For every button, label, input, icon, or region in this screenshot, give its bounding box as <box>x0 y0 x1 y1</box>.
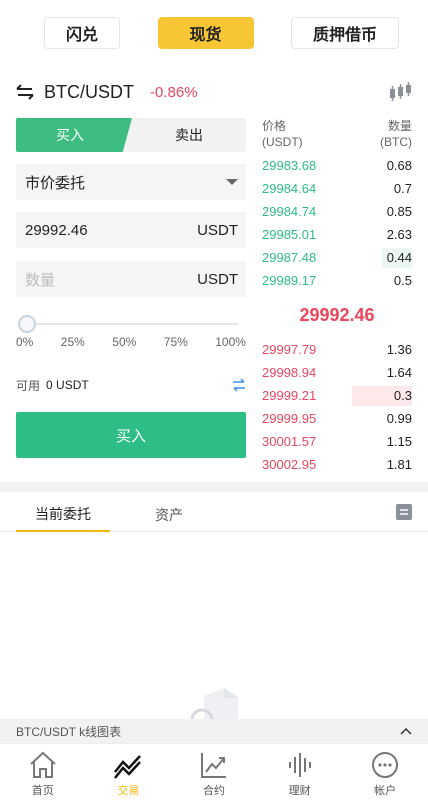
ask-row[interactable]: 29997.79 1.36 <box>262 338 412 361</box>
nav-label: 合约 <box>202 785 225 797</box>
tab-spot[interactable]: 现货 <box>157 17 254 49</box>
nav-label: 理财 <box>288 785 311 797</box>
pair-header: BTC/USDT -0.86% <box>16 78 412 106</box>
tab-flash-swap[interactable]: 闪兑 <box>44 17 120 49</box>
tab-assets[interactable]: 资产 <box>134 498 204 532</box>
slider-track <box>24 323 238 325</box>
bid-qty: 0.5 <box>393 273 412 288</box>
amount-placeholder: 数量 <box>25 271 56 289</box>
ask-row[interactable]: 30001.57 1.15 <box>262 430 412 453</box>
ask-price: 29999.21 <box>262 388 317 403</box>
bid-price: 29984.74 <box>262 204 317 219</box>
available-label: 可用 <box>16 378 41 393</box>
ask-row[interactable]: 30002.95 1.81 <box>262 453 412 476</box>
bid-qty: 0.44 <box>386 250 412 265</box>
amount-unit: USDT <box>197 270 238 288</box>
nav-account[interactable]: 帐户 <box>342 744 428 801</box>
bid-qty: 0.68 <box>386 158 412 173</box>
order-type-select[interactable]: 市价委托 <box>16 164 246 200</box>
amount-slider[interactable] <box>16 307 246 341</box>
price-unit: USDT <box>197 221 238 239</box>
bottom-nav: 首页 交易 合约 理财 帐户 <box>0 743 428 801</box>
ask-price: 30002.95 <box>262 457 317 472</box>
trade-form: 买入 卖出 市价委托 29992.46 USDT 数量 USDT 0% 25% … <box>16 118 246 458</box>
amount-input[interactable]: 数量 USDT <box>16 261 246 297</box>
bid-row[interactable]: 29989.17 0.5 <box>262 269 412 292</box>
bid-row[interactable]: 29985.01 2.63 <box>262 223 412 246</box>
ask-qty: 1.81 <box>386 457 412 472</box>
price-value: 29992.46 <box>25 221 88 239</box>
ask-qty: 1.36 <box>386 342 412 357</box>
price-header-unit: (USDT) <box>262 135 303 149</box>
ask-row[interactable]: 29999.21 0.3 <box>262 384 412 407</box>
bid-qty: 0.7 <box>393 181 412 196</box>
transfer-icon[interactable] <box>232 378 246 392</box>
nav-label: 交易 <box>117 785 140 797</box>
bid-price: 29987.48 <box>262 250 317 265</box>
bid-price: 29989.17 <box>262 273 317 288</box>
nav-label: 帐户 <box>374 785 397 797</box>
kline-label: BTC/USDT k线图表 <box>16 724 122 739</box>
pair-name[interactable]: BTC/USDT <box>44 82 134 103</box>
bid-row[interactable]: 29987.48 0.44 <box>262 246 412 269</box>
available-amount: 0 USDT <box>46 378 89 392</box>
chevron-up-icon <box>400 727 412 735</box>
bid-price: 29985.01 <box>262 227 317 242</box>
bid-row[interactable]: 29983.68 0.68 <box>262 154 412 177</box>
ask-price: 30001.57 <box>262 434 317 449</box>
qty-header: 数量 <box>387 119 412 133</box>
order-book: 价格 (USDT) 数量 (BTC) 29983.68 0.68 29984.64… <box>262 118 412 476</box>
price-header: 价格 <box>262 119 287 133</box>
order-book-header: 价格 (USDT) 数量 (BTC) <box>262 118 412 154</box>
candlestick-icon[interactable] <box>388 82 412 102</box>
nav-label: 首页 <box>31 785 54 797</box>
ask-price: 29997.79 <box>262 342 317 357</box>
tab-current-orders[interactable]: 当前委托 <box>16 498 110 532</box>
ask-qty: 0.3 <box>393 388 412 403</box>
sell-tab[interactable]: 卖出 <box>132 118 246 152</box>
bid-price: 29984.64 <box>262 181 317 196</box>
ask-price: 29998.94 <box>262 365 317 380</box>
orders-tabs: 当前委托 资产 <box>0 498 428 532</box>
available-balance: 可用 0 USDT <box>16 377 246 393</box>
slider-handle[interactable] <box>18 315 36 333</box>
ask-qty: 1.64 <box>386 365 412 380</box>
buy-sell-switch: 买入 卖出 <box>16 118 246 152</box>
tab-pledge-loan[interactable]: 质押借币 <box>291 17 399 49</box>
home-icon <box>30 751 56 778</box>
nav-trade[interactable]: 交易 <box>86 744 172 801</box>
account-icon <box>372 752 399 778</box>
nav-home[interactable]: 首页 <box>0 744 86 801</box>
nav-contract[interactable]: 合约 <box>171 744 257 801</box>
ask-qty: 1.15 <box>386 434 412 449</box>
ask-qty: 0.99 <box>386 411 412 426</box>
price-input[interactable]: 29992.46 USDT <box>16 212 246 248</box>
section-divider <box>0 482 428 492</box>
ask-price: 29999.95 <box>262 411 317 426</box>
qty-header-unit: (BTC) <box>380 135 412 149</box>
last-price: 29992.46 <box>299 304 375 325</box>
kline-chart-toggle[interactable]: BTC/USDT k线图表 <box>0 719 428 743</box>
nav-finance[interactable]: 理财 <box>257 744 343 801</box>
buy-tab[interactable]: 买入 <box>16 118 132 152</box>
bid-row[interactable]: 29984.64 0.7 <box>262 177 412 200</box>
ask-row[interactable]: 29998.94 1.64 <box>262 361 412 384</box>
contract-icon <box>200 753 226 778</box>
pair-change: -0.86% <box>150 83 198 101</box>
bid-qty: 2.63 <box>386 227 412 242</box>
switch-pair-icon[interactable] <box>16 84 34 100</box>
trade-icon <box>114 755 142 779</box>
bid-qty: 0.85 <box>386 204 412 219</box>
buy-button[interactable]: 买入 <box>16 412 246 458</box>
ask-list: 29997.79 1.36 29998.94 1.64 29999.21 0.3 29… <box>262 338 412 476</box>
ask-row[interactable]: 29999.95 0.99 <box>262 407 412 430</box>
finance-icon <box>288 753 311 777</box>
mode-tabs: 闪兑 现货 质押借币 <box>0 0 428 62</box>
order-list-icon[interactable] <box>396 504 412 520</box>
bid-price: 29983.68 <box>262 158 317 173</box>
chevron-down-icon <box>226 179 238 185</box>
bid-row[interactable]: 29984.74 0.85 <box>262 200 412 223</box>
bid-list: 29983.68 0.68 29984.64 0.7 29984.74 0.85 29… <box>262 154 412 292</box>
order-type-value: 市价委托 <box>25 174 86 192</box>
